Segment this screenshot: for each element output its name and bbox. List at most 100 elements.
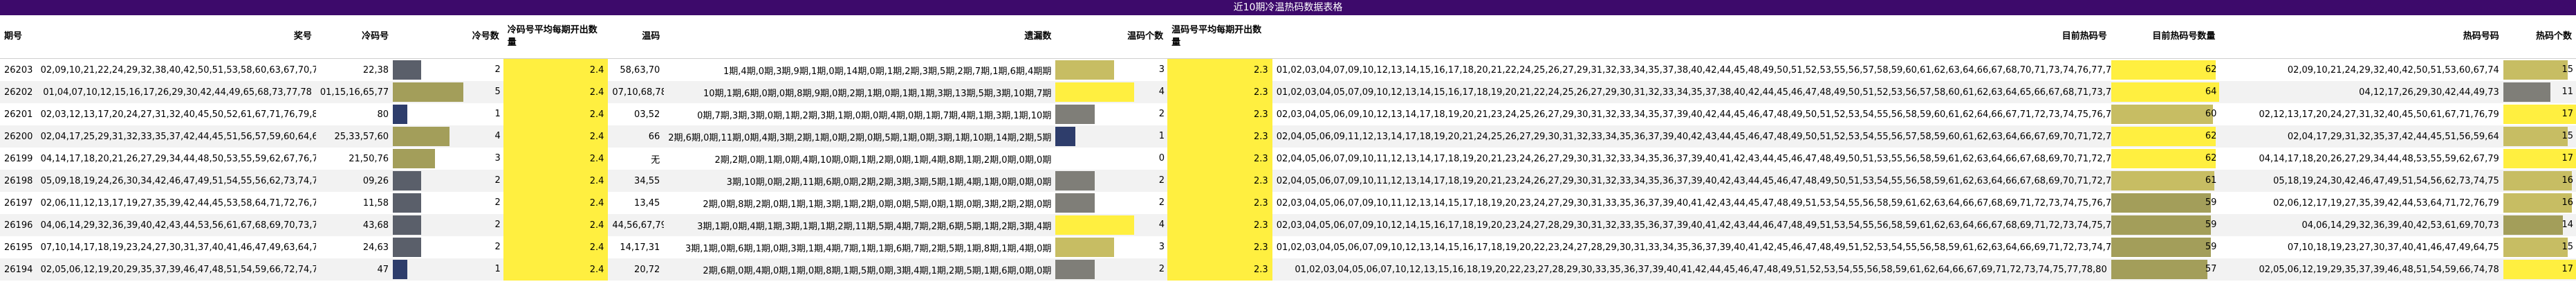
hot-codes-cell: 07,10,18,19,23,27,30,37,40,41,46,47,49,6… <box>2287 242 2499 253</box>
warm-count-cell-value: 2 <box>1158 197 1165 208</box>
cold-codes-cell: 25,33,57,60 <box>315 125 393 148</box>
hot-count-cell-value: 14 <box>2561 220 2573 230</box>
cold-count-cell-value: 4 <box>494 131 501 141</box>
hot-current-count-cell: 62 <box>2111 125 2220 148</box>
header-hot-current[interactable]: 目前热码号 <box>1272 15 2111 59</box>
cold-codes-cell: 09,26 <box>315 170 393 192</box>
header-cold-codes[interactable]: 冷码号 <box>315 15 393 59</box>
warm-count-cell-bar <box>1055 105 1095 124</box>
warm-count-cell: 3 <box>1055 236 1167 258</box>
hot-count-cell-value: 15 <box>2561 131 2573 141</box>
cold-count-cell: 1 <box>393 103 503 125</box>
hot-count-cell-value: 15 <box>2561 242 2573 252</box>
hot-count-cell: 11 <box>2503 81 2576 103</box>
cold-avg-cell: 2.4 <box>503 125 609 148</box>
header-cold-count[interactable]: 冷号数 <box>393 15 503 59</box>
warm-codes-cell: 44,56,67,79 <box>608 214 665 236</box>
cold-count-cell: 1 <box>393 258 503 281</box>
hot-current-cell: 01,02,03,04,07,09,10,12,13,14,15,16,17,1… <box>1276 64 2111 76</box>
table-row[interactable]: 26200 02,04,17,25,29,31,32,33,35,37,42,44… <box>0 125 2576 148</box>
hot-current-cell: 02,04,05,06,07,09,10,11,12,13,14,17,18,1… <box>1276 153 2111 164</box>
hot-current-count-cell-value: 60 <box>2205 109 2217 119</box>
missing-cell: 1期,4期,0期,3期,9期,1期,0期,14期,0期,1期,2期,3期,5期,… <box>723 66 1052 77</box>
hot-codes-cell: 04,12,17,26,29,30,42,44,49,73 <box>2219 81 2503 103</box>
warm-count-cell-value: 4 <box>1158 87 1165 97</box>
warm-count-cell: 0 <box>1055 148 1167 170</box>
table-title: 近10期冷温热码数据表格 <box>0 0 2576 15</box>
table-row[interactable]: 26202 01,04,07,10,12,15,16,17,26,29,30,42… <box>0 81 2576 103</box>
prize-cell: 07,10,14,17,18,19,23,24,27,30,31,37,40,4… <box>40 242 316 253</box>
header-hot-count[interactable]: 热码个数 <box>2503 15 2576 59</box>
prize-cell: 02,06,11,12,13,17,19,27,35,39,42,44,45,5… <box>40 197 316 208</box>
header-cold-avg[interactable]: 冷码号平均每期开出数量 <box>503 15 609 59</box>
cold-count-cell-value: 2 <box>494 242 501 252</box>
cold-avg-cell: 2.4 <box>503 148 609 170</box>
header-warm-codes[interactable]: 温码 <box>608 15 665 59</box>
cold-codes-cell: 22,38 <box>362 64 389 76</box>
hot-current-cell: 02,04,05,06,07,09,10,11,12,13,14,17,18,1… <box>1272 170 2111 192</box>
header-prize[interactable]: 奖号 <box>36 15 316 59</box>
hot-count-cell-bar <box>2503 82 2550 102</box>
warm-codes-cell: 无 <box>651 154 660 166</box>
hot-count-cell-value: 17 <box>2561 264 2573 274</box>
hot-current-count-cell: 57 <box>2111 258 2220 281</box>
cold-count-cell: 2 <box>393 59 503 82</box>
cold-count-cell: 2 <box>393 214 503 236</box>
cold-avg-cell: 2.4 <box>503 103 609 125</box>
header-missing-count[interactable]: 遗漏数 <box>664 15 1056 59</box>
warm-count-cell-bar <box>1055 60 1115 80</box>
header-warm-count[interactable]: 温码个数 <box>1055 15 1168 59</box>
hot-current-count-cell: 60 <box>2111 103 2220 125</box>
period-cell: 26194 <box>0 258 37 281</box>
hot-current-count-cell-value: 59 <box>2205 242 2217 252</box>
prize-cell: 01,04,07,10,12,15,16,17,26,29,30,42,44,4… <box>36 81 316 103</box>
hot-count-cell-bar <box>2503 238 2568 257</box>
cold-count-cell-bar <box>393 127 450 146</box>
cold-count-cell: 2 <box>393 236 503 258</box>
cold-avg-cell: 2.4 <box>503 236 609 258</box>
warm-count-cell-bar <box>1055 171 1095 190</box>
hot-current-count-cell: 59 <box>2111 192 2220 214</box>
hot-count-cell: 16 <box>2503 170 2576 192</box>
table-row[interactable]: 26194 02,05,06,12,19,20,29,35,37,39,46,47… <box>0 258 2576 281</box>
prize-cell: 05,09,18,19,24,26,30,34,42,46,47,49,51,5… <box>36 170 316 192</box>
header-period[interactable]: 期号 <box>0 15 37 59</box>
hot-count-cell: 14 <box>2503 214 2576 236</box>
data-table: 期号 奖号 冷码号 冷号数 冷码号平均每期开出数量 温码 遗漏数 温码个数 温码… <box>0 15 2576 281</box>
header-hot-current-count[interactable]: 目前热码号数量 <box>2111 15 2220 59</box>
table-row[interactable]: 26198 05,09,18,19,24,26,30,34,42,46,47,49… <box>0 170 2576 192</box>
hot-count-cell: 15 <box>2503 236 2576 258</box>
hot-codes-cell: 02,12,13,17,20,24,27,31,32,40,45,50,61,6… <box>2259 109 2499 120</box>
cold-codes-cell: 43,68 <box>315 214 393 236</box>
cold-count-cell: 2 <box>393 192 503 214</box>
hot-current-count-cell-bar <box>2111 149 2216 168</box>
hot-codes-cell: 04,06,14,29,32,36,39,40,42,53,61,69,70,7… <box>2219 214 2503 236</box>
warm-count-cell-bar <box>1055 260 1095 279</box>
header-warm-avg[interactable]: 温码号平均每期开出数量 <box>1167 15 1272 59</box>
hot-current-count-cell: 62 <box>2111 59 2220 82</box>
cold-count-cell-value: 2 <box>494 175 501 186</box>
hot-count-cell: 17 <box>2503 103 2576 125</box>
table-row[interactable]: 26196 04,06,14,29,32,36,39,40,42,43,44,53… <box>0 214 2576 236</box>
missing-cell: 3期,10期,0期,2期,11期,6期,0期,2期,2期,3期,3期,5期,1期… <box>664 170 1056 192</box>
cold-codes-cell: 80 <box>377 109 389 120</box>
hot-current-count-cell-bar <box>2111 215 2212 235</box>
header-hot-codes[interactable]: 热码号码 <box>2219 15 2503 59</box>
table-row[interactable]: 26199 04,14,17,18,20,21,26,27,29,34,44,48… <box>0 148 2576 170</box>
warm-avg-cell: 2.3 <box>1167 192 1272 214</box>
missing-cell: 10期,1期,6期,0期,0期,8期,9期,0期,2期,1期,0期,1期,1期,… <box>664 81 1056 103</box>
cold-count-cell-bar <box>393 260 407 279</box>
period-cell: 26203 <box>4 64 33 76</box>
hot-current-count-cell-value: 64 <box>2205 87 2217 97</box>
table-row[interactable]: 26203 02,09,10,21,22,24,29,32,38,40,42,50… <box>0 58 2576 82</box>
warm-count-cell-value: 3 <box>1158 242 1165 252</box>
cold-count-cell: 4 <box>393 125 503 148</box>
warm-count-cell-value: 2 <box>1158 109 1165 119</box>
hot-current-count-cell-value: 62 <box>2205 64 2217 75</box>
table-row[interactable]: 26195 07,10,14,17,18,19,23,24,27,30,31,37… <box>0 236 2576 258</box>
table-row[interactable]: 26197 02,06,11,12,13,17,19,27,35,39,42,44… <box>0 192 2576 214</box>
hot-codes-cell: 02,05,06,12,19,29,35,37,39,46,48,51,54,5… <box>2219 258 2503 281</box>
hot-current-count-cell: 59 <box>2111 214 2220 236</box>
table-row[interactable]: 26201 02,03,12,13,17,20,24,27,31,32,40,45… <box>0 103 2576 125</box>
hot-current-count-cell-bar <box>2111 193 2212 213</box>
